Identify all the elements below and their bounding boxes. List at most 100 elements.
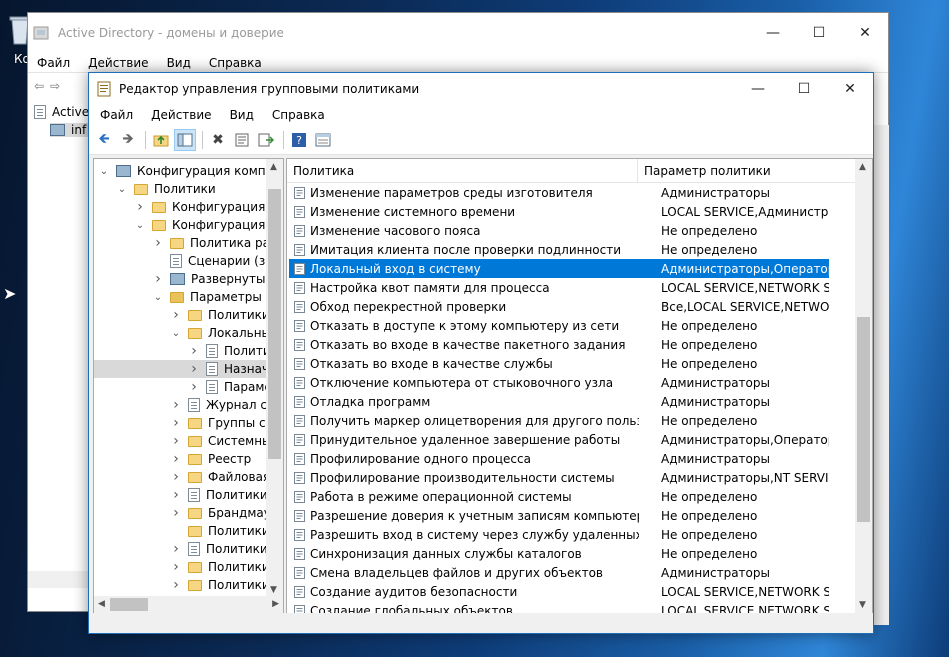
policy-row[interactable]: Создание аудитов безопасности LOCAL SERVI… bbox=[289, 582, 829, 601]
help-icon[interactable]: ? bbox=[288, 129, 310, 151]
tree-item[interactable]: ⌄ Конфигурация компьютера bbox=[94, 162, 283, 180]
tree-horizontal-scrollbar[interactable]: ◀ ▶ bbox=[94, 596, 283, 613]
up-folder-icon[interactable] bbox=[150, 129, 172, 151]
column-header-policy[interactable]: Политика ^ bbox=[287, 159, 638, 183]
tree-item[interactable]: ⌄Конфигурация Windows bbox=[94, 216, 283, 234]
policy-row[interactable]: Принудительное удаленное завершение рабо… bbox=[289, 430, 829, 449]
policy-list-pane[interactable]: Политика ^ Параметр политики Изменение п… bbox=[286, 158, 873, 614]
policy-row[interactable]: Изменение часового пояса Не определено bbox=[289, 221, 829, 240]
back-arrow-icon[interactable]: 🡸 bbox=[93, 129, 115, 151]
policy-row[interactable]: Профилирование одного процесса Администра… bbox=[289, 449, 829, 468]
chevron-right-icon[interactable]: › bbox=[152, 235, 164, 251]
column-header-setting[interactable]: Параметр политики bbox=[638, 159, 771, 183]
scroll-right-arrow-icon[interactable]: ▶ bbox=[272, 599, 279, 609]
scroll-up-arrow-icon[interactable]: ▲ bbox=[859, 162, 866, 172]
policy-row[interactable]: Изменение параметров среды изготовителя А… bbox=[289, 183, 829, 202]
tree-item[interactable]: ›Политика разрешения имен bbox=[94, 234, 283, 252]
back-tree-item-domain[interactable]: inf bbox=[50, 123, 93, 137]
tree-vertical-scrollbar[interactable]: ▲ ▼ bbox=[266, 159, 283, 598]
delete-icon[interactable]: ✖ bbox=[207, 129, 229, 151]
list-scroll-thumb[interactable] bbox=[857, 317, 870, 522]
chevron-right-icon[interactable]: › bbox=[170, 487, 182, 503]
show-tree-icon[interactable] bbox=[174, 129, 196, 151]
tree-item[interactable]: ›Назначение прав пользователя bbox=[94, 360, 283, 378]
maximize-button[interactable]: ☐ bbox=[781, 73, 827, 104]
menu-file[interactable]: Файл bbox=[91, 108, 142, 122]
policy-row[interactable]: Изменение системного времени LOCAL SERVIC… bbox=[289, 202, 829, 221]
back-vertical-scrollbar[interactable] bbox=[873, 125, 889, 625]
policy-row[interactable]: Получить маркер олицетворения для другог… bbox=[289, 411, 829, 430]
tree-item[interactable]: ›Журнал событий bbox=[94, 396, 283, 414]
chevron-right-icon[interactable]: › bbox=[170, 577, 182, 593]
chevron-right-icon[interactable]: › bbox=[170, 469, 182, 485]
policy-row[interactable]: Работа в режиме операционной системы Не о… bbox=[289, 487, 829, 506]
back-menu-file[interactable]: Файл bbox=[28, 56, 79, 70]
tree-item[interactable]: ⌄ Политики bbox=[94, 180, 216, 198]
tree-item[interactable]: ›Политика аудита bbox=[94, 342, 283, 360]
tree-hscroll-thumb[interactable] bbox=[110, 598, 148, 611]
policy-row[interactable]: Настройка квот памяти для процесса LOCAL … bbox=[289, 278, 829, 297]
chevron-right-icon[interactable]: › bbox=[170, 559, 182, 575]
tree-item[interactable]: ›Группы с ограниченным доступом bbox=[94, 414, 283, 432]
tree-item[interactable]: ›Файловая система bbox=[94, 468, 283, 486]
back-horizontal-scrollbar[interactable] bbox=[28, 571, 89, 588]
export-list-icon[interactable] bbox=[255, 129, 277, 151]
scroll-up-arrow-icon[interactable]: ▲ bbox=[270, 162, 277, 172]
close-button[interactable]: ✕ bbox=[827, 73, 873, 104]
chevron-down-icon[interactable]: ⌄ bbox=[116, 184, 128, 195]
console-tree-pane[interactable]: ⌄ Конфигурация компьютера ⌄ Политики ›Конфиг… bbox=[93, 158, 284, 614]
chevron-right-icon[interactable]: › bbox=[188, 379, 200, 395]
chevron-right-icon[interactable]: › bbox=[188, 361, 200, 377]
chevron-right-icon[interactable]: › bbox=[170, 451, 182, 467]
policy-row[interactable]: Локальный вход в систему Администраторы,О… bbox=[289, 259, 829, 278]
tree-item[interactable]: › Реестр bbox=[94, 450, 251, 468]
chevron-right-icon[interactable]: › bbox=[170, 541, 182, 557]
policy-row[interactable]: Отключение компьютера от стыковочного уз… bbox=[289, 373, 829, 392]
back-close-button[interactable]: ✕ bbox=[842, 13, 888, 53]
chevron-right-icon[interactable]: › bbox=[170, 505, 182, 521]
tree-item[interactable]: ›Политики учетных записей bbox=[94, 306, 283, 324]
chevron-right-icon[interactable]: › bbox=[170, 307, 182, 323]
back-minimize-button[interactable]: — bbox=[750, 13, 796, 53]
tree-item[interactable]: Сценарии (запуск/завершение) bbox=[94, 252, 283, 270]
tree-item[interactable]: ›Политики ограниченного использования пр… bbox=[94, 576, 283, 594]
policy-row[interactable]: Отказать в доступе к этому компьютеру из… bbox=[289, 316, 829, 335]
list-vertical-scrollbar[interactable]: ▲ ▼ bbox=[855, 159, 872, 613]
minimize-button[interactable]: — bbox=[735, 73, 781, 104]
back-arrow-icon[interactable]: ⇦ bbox=[34, 79, 44, 93]
properties-icon[interactable] bbox=[231, 129, 253, 151]
policy-row[interactable]: Смена владельцев файлов и других объекто… bbox=[289, 563, 829, 582]
policy-row[interactable]: Обход перекрестной проверки Все,LOCAL SER… bbox=[289, 297, 829, 316]
tree-item[interactable]: ›Развернутые принтеры bbox=[94, 270, 283, 288]
tree-item[interactable]: ›Конфигурация программ bbox=[94, 198, 283, 216]
policy-row[interactable]: Разрешение доверия к учетным записям ком… bbox=[289, 506, 829, 525]
chevron-right-icon[interactable]: › bbox=[152, 271, 164, 287]
chevron-down-icon[interactable]: ⌄ bbox=[170, 328, 182, 339]
scroll-left-arrow-icon[interactable]: ◀ bbox=[98, 599, 105, 609]
gpo-editor-window[interactable]: Редактор управления групповыми политикам… bbox=[88, 72, 874, 634]
titlebar[interactable]: Редактор управления групповыми политикам… bbox=[89, 73, 873, 104]
policy-row[interactable]: Отладка программ Администраторы bbox=[289, 392, 829, 411]
back-tree-item-root[interactable]: Active bbox=[34, 105, 89, 119]
menu-action[interactable]: Действие bbox=[142, 108, 220, 122]
policy-row[interactable]: Синхронизация данных службы каталогов Не … bbox=[289, 544, 829, 563]
menu-help[interactable]: Справка bbox=[263, 108, 334, 122]
tree-item[interactable]: Политики диспетчера списка сетей bbox=[94, 522, 283, 540]
policy-row[interactable]: Отказать во входе в качестве пакетного з… bbox=[289, 335, 829, 354]
policy-row[interactable]: Отказать во входе в качестве службы Не оп… bbox=[289, 354, 829, 373]
tree-scroll-thumb[interactable] bbox=[268, 189, 281, 459]
chevron-right-icon[interactable]: › bbox=[170, 433, 182, 449]
extended-view-icon[interactable] bbox=[312, 129, 334, 151]
back-menu-action[interactable]: Действие bbox=[79, 56, 157, 70]
menu-view[interactable]: Вид bbox=[221, 108, 263, 122]
chevron-down-icon[interactable]: ⌄ bbox=[98, 166, 110, 177]
back-menu-help[interactable]: Справка bbox=[200, 56, 271, 70]
scroll-down-arrow-icon[interactable]: ▼ bbox=[270, 585, 277, 595]
policy-row[interactable]: Имитация клиента после проверки подлинно… bbox=[289, 240, 829, 259]
back-menu-view[interactable]: Вид bbox=[158, 56, 200, 70]
tree-item[interactable]: ›Политики открытого ключа bbox=[94, 558, 283, 576]
tree-item[interactable]: ›Политики беспроводной сети bbox=[94, 540, 283, 558]
policy-row[interactable]: Разрешить вход в систему через службу уд… bbox=[289, 525, 829, 544]
scroll-down-arrow-icon[interactable]: ▼ bbox=[859, 600, 866, 610]
chevron-down-icon[interactable]: ⌄ bbox=[152, 292, 164, 303]
